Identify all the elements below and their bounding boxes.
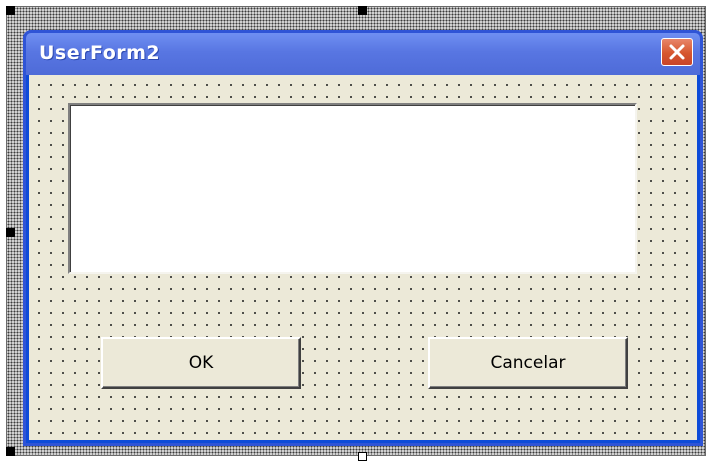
close-icon [669, 44, 685, 60]
window-title: UserForm2 [39, 42, 161, 64]
resize-handle-middle-left[interactable] [6, 228, 15, 237]
resize-handle-top-left[interactable] [6, 6, 15, 15]
ok-button[interactable]: OK [101, 337, 301, 389]
form-client-area[interactable]: OK Cancelar [29, 75, 697, 440]
resize-handle-top-center[interactable] [358, 6, 367, 15]
close-button[interactable] [661, 38, 693, 66]
userform-window: UserForm2 OK Cancelar [23, 30, 703, 446]
title-bar[interactable]: UserForm2 [26, 33, 700, 75]
resize-handle-bottom-center[interactable] [358, 452, 367, 461]
cancel-button[interactable]: Cancelar [428, 337, 628, 389]
resize-handle-bottom-left[interactable] [6, 447, 15, 456]
text-box[interactable] [68, 103, 637, 274]
